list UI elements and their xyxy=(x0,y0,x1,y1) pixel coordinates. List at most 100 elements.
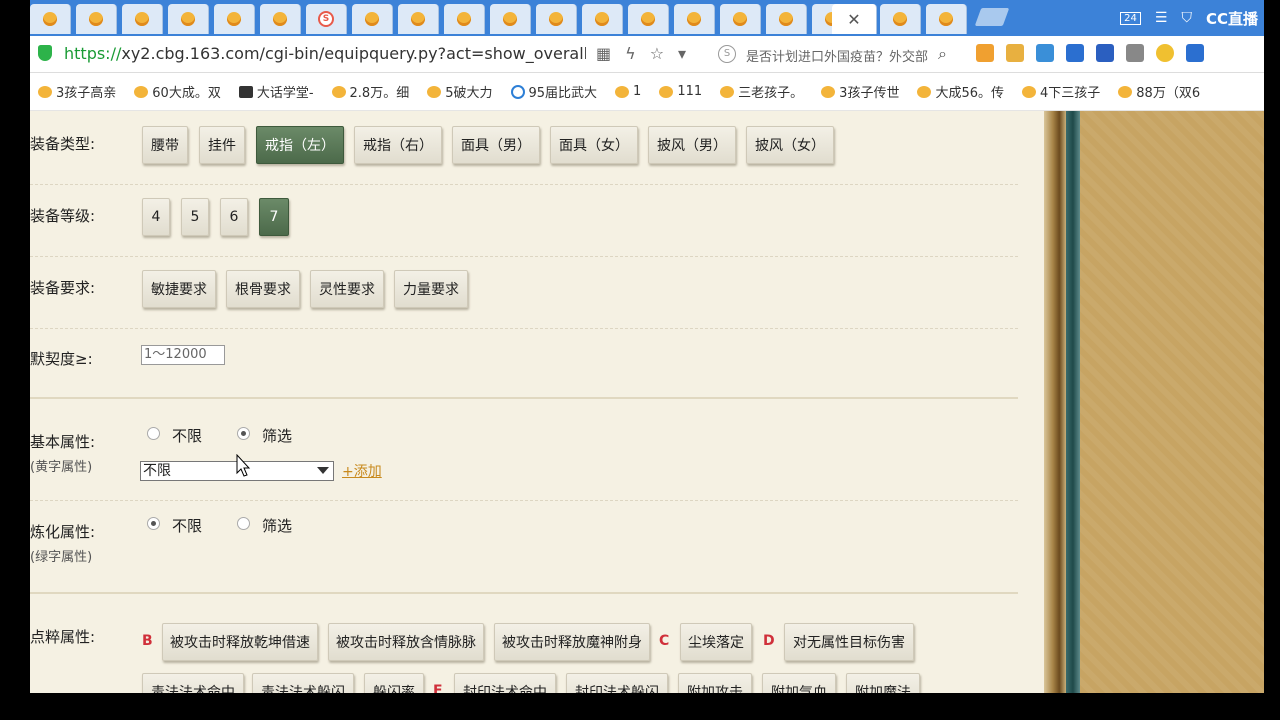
type-button-selected[interactable]: 戒指（左） xyxy=(256,126,344,164)
requirement-button[interactable]: 敏捷要求 xyxy=(142,270,216,308)
bookmark-item[interactable]: 95届比武大 xyxy=(510,82,597,101)
bookmark-item[interactable]: 3孩子高亲 xyxy=(38,82,116,101)
search-engine-icon[interactable]: S xyxy=(718,45,736,63)
bookmark-item[interactable]: 2.8万。细 xyxy=(331,82,409,101)
bookmark-item[interactable]: 88万（双6 xyxy=(1118,82,1200,101)
type-button[interactable]: 披风（女） xyxy=(746,126,834,164)
refine-unlimited-label: 不限 xyxy=(172,517,203,535)
browser-tab[interactable]: S xyxy=(306,4,347,34)
type-button[interactable]: 戒指（右） xyxy=(354,126,442,164)
level-button-selected[interactable]: 7 xyxy=(259,198,289,236)
type-button[interactable]: 面具（女） xyxy=(550,126,638,164)
requirement-button[interactable]: 根骨要求 xyxy=(226,270,300,308)
browser-tab[interactable] xyxy=(720,4,761,34)
type-button[interactable]: 挂件 xyxy=(199,126,245,164)
dot-attr-button[interactable]: 对无属性目标伤害 xyxy=(784,623,914,661)
new-tab-button[interactable] xyxy=(974,8,1010,26)
browser-tab[interactable] xyxy=(582,4,623,34)
browser-tab[interactable] xyxy=(880,4,921,34)
browser-tab[interactable] xyxy=(352,4,393,34)
browser-tab[interactable] xyxy=(444,4,485,34)
window-icon[interactable] xyxy=(1096,44,1114,62)
browser-tab[interactable] xyxy=(674,4,715,34)
browser-tab[interactable] xyxy=(260,4,301,34)
browser-tab[interactable] xyxy=(214,4,255,34)
bookmark-favicon-icon xyxy=(1118,85,1133,98)
bookmark-item[interactable]: 大成56。传 xyxy=(917,82,1004,101)
bookmark-item[interactable]: 1 xyxy=(615,84,641,99)
lightning-icon[interactable]: ϟ xyxy=(625,44,636,63)
browser-tab[interactable] xyxy=(536,4,577,34)
dot-attr-button[interactable]: 被攻击时释放魔神附身 xyxy=(494,623,650,661)
extension-icon[interactable] xyxy=(976,44,994,62)
bookmark-item[interactable]: 4下三孩子 xyxy=(1022,82,1100,101)
dot-attr-button[interactable]: 被攻击时释放含情脉脉 xyxy=(328,623,484,661)
type-button[interactable]: 腰带 xyxy=(142,126,188,164)
qr-code-icon[interactable]: ▦ xyxy=(596,44,611,63)
chevron-down-icon xyxy=(317,467,329,474)
add-attr-link[interactable]: +添加 xyxy=(342,461,382,481)
bookmark-item[interactable]: 三老孩子。 xyxy=(720,82,803,101)
active-tab[interactable]: ✕ xyxy=(832,4,877,34)
tab-favicon-icon xyxy=(457,12,471,26)
bookmark-item[interactable]: 5破大力 xyxy=(427,82,493,101)
basic-filter-radio[interactable] xyxy=(237,427,250,440)
dot-attr-button[interactable]: 被攻击时释放乾坤借速 xyxy=(162,623,318,661)
chevron-down-icon[interactable]: ▾ xyxy=(678,44,686,63)
bookmark-label: 88万（双6 xyxy=(1136,86,1201,101)
tacit-input[interactable]: 1～12000 xyxy=(141,345,225,365)
divider xyxy=(30,184,1018,185)
bookmark-favicon-icon xyxy=(917,85,932,98)
shirt-icon[interactable]: ⛉ xyxy=(1181,10,1192,26)
browser-tab[interactable] xyxy=(30,4,71,34)
browser-tab[interactable] xyxy=(490,4,531,34)
type-button[interactable]: 披风（男） xyxy=(648,126,736,164)
level-button[interactable]: 4 xyxy=(142,198,170,236)
word-icon[interactable] xyxy=(1066,44,1084,62)
tab-favicon-icon xyxy=(893,12,907,26)
refine-attr-sublabel: (绿字属性) xyxy=(30,550,93,565)
dot-attr-button[interactable]: 附加气血 xyxy=(762,673,836,693)
divider xyxy=(30,500,1018,501)
refine-unlimited-radio[interactable] xyxy=(147,517,160,530)
bookmark-item[interactable]: 60大成。双 xyxy=(134,82,221,101)
browser-tab[interactable] xyxy=(766,4,807,34)
dot-attr-button[interactable]: 躲闪率 xyxy=(364,673,424,693)
tab-count-badge[interactable]: 24 xyxy=(1120,11,1141,25)
requirement-button[interactable]: 力量要求 xyxy=(394,270,468,308)
url-field[interactable]: https://xy2.cbg.163.com/cgi-bin/equipque… xyxy=(64,44,586,63)
browser-tab[interactable] xyxy=(122,4,163,34)
close-tab-icon[interactable]: ✕ xyxy=(847,10,860,29)
browser-tab[interactable] xyxy=(76,4,117,34)
browser-tab[interactable] xyxy=(628,4,669,34)
basic-unlimited-radio[interactable] xyxy=(147,427,160,440)
browser-tab[interactable] xyxy=(168,4,209,34)
dot-attr-button[interactable]: 附加攻击 xyxy=(678,673,752,693)
scissors-icon[interactable] xyxy=(1126,44,1144,62)
browser-tab[interactable] xyxy=(926,4,967,34)
dot-attr-button[interactable]: 毒法法术命中 xyxy=(142,673,244,693)
dot-attr-button[interactable]: 封印法术命中 xyxy=(454,673,556,693)
bookmark-label: 大成56。传 xyxy=(935,86,1004,101)
menu-icon[interactable]: ☰ xyxy=(1155,10,1168,26)
dot-attr-button[interactable]: 封印法术躲闪 xyxy=(566,673,668,693)
smiley-icon[interactable] xyxy=(1156,44,1174,62)
star-icon[interactable]: ☆ xyxy=(650,44,664,63)
refine-filter-radio[interactable] xyxy=(237,517,250,530)
requirement-button[interactable]: 灵性要求 xyxy=(310,270,384,308)
dot-attr-button[interactable]: 毒法法术躲闪 xyxy=(252,673,354,693)
level-button[interactable]: 6 xyxy=(220,198,248,236)
browser-tab[interactable] xyxy=(398,4,439,34)
search-input[interactable]: 是否计划进口外国疫苗？外交部 xyxy=(746,46,932,65)
translate-icon[interactable] xyxy=(1036,44,1054,62)
bookmark-item[interactable]: 111 xyxy=(659,84,702,99)
bookmark-item[interactable]: 大话学堂- xyxy=(238,82,314,101)
grid-icon[interactable] xyxy=(1186,44,1204,62)
dot-attr-button[interactable]: 附加魔法 xyxy=(846,673,920,693)
key-icon[interactable] xyxy=(1006,44,1024,62)
bookmark-item[interactable]: 3孩子传世 xyxy=(821,82,899,101)
search-icon[interactable]: ⌕ xyxy=(938,44,947,64)
dot-attr-button[interactable]: 尘埃落定 xyxy=(680,623,752,661)
type-button[interactable]: 面具（男） xyxy=(452,126,540,164)
level-button[interactable]: 5 xyxy=(181,198,209,236)
